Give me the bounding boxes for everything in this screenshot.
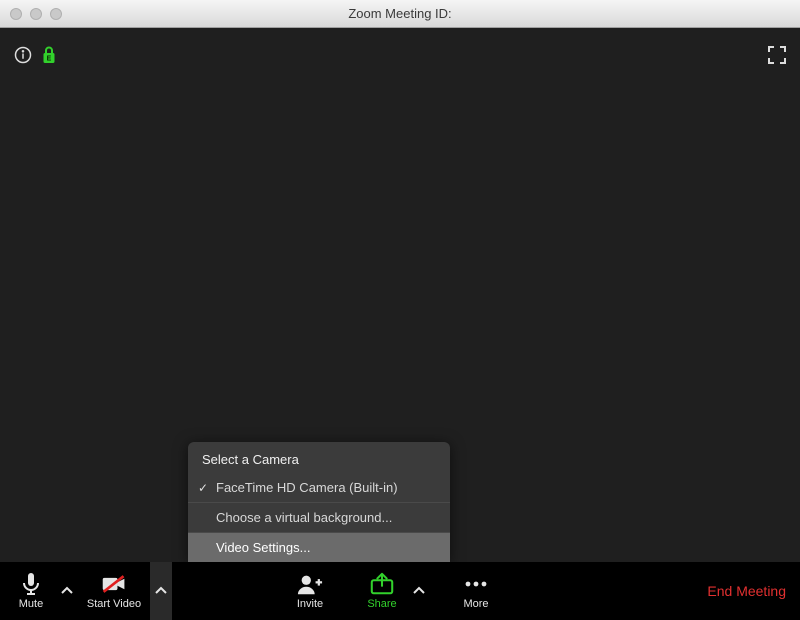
share-screen-icon bbox=[369, 572, 395, 596]
popup-header: Select a Camera bbox=[188, 442, 450, 473]
audio-options-caret[interactable] bbox=[56, 562, 78, 620]
enter-fullscreen-icon[interactable] bbox=[768, 51, 786, 68]
more-label: More bbox=[463, 598, 488, 610]
more-button[interactable]: More bbox=[452, 562, 500, 620]
window-titlebar: Zoom Meeting ID: bbox=[0, 0, 800, 28]
menu-item-label: Choose a virtual background... bbox=[216, 510, 392, 525]
invite-button[interactable]: Invite bbox=[282, 562, 338, 620]
video-off-icon bbox=[101, 572, 127, 596]
camera-option-label: FaceTime HD Camera (Built-in) bbox=[216, 480, 398, 495]
more-icon bbox=[463, 572, 489, 596]
encryption-letter: E bbox=[47, 56, 52, 63]
choose-virtual-background-item[interactable]: Choose a virtual background... bbox=[188, 503, 450, 532]
invite-label: Invite bbox=[297, 598, 323, 610]
camera-option-item[interactable]: FaceTime HD Camera (Built-in) bbox=[188, 473, 450, 502]
mute-label: Mute bbox=[19, 598, 43, 610]
share-label: Share bbox=[367, 598, 396, 610]
end-meeting-button[interactable]: End Meeting bbox=[707, 562, 786, 620]
encryption-lock-icon[interactable]: E bbox=[42, 46, 56, 69]
share-button[interactable]: Share bbox=[356, 562, 408, 620]
window-title: Zoom Meeting ID: bbox=[0, 6, 800, 21]
menu-item-label: Video Settings... bbox=[216, 540, 310, 555]
info-icon[interactable] bbox=[14, 46, 32, 69]
start-video-label: Start Video bbox=[87, 598, 141, 610]
close-window-button[interactable] bbox=[10, 8, 22, 20]
video-options-popup: Select a Camera FaceTime HD Camera (Buil… bbox=[188, 442, 450, 562]
minimize-window-button[interactable] bbox=[30, 8, 42, 20]
start-video-button[interactable]: Start Video bbox=[78, 562, 150, 620]
mute-button[interactable]: Mute bbox=[6, 562, 56, 620]
share-options-caret[interactable] bbox=[408, 562, 430, 620]
meeting-controls-bar: Mute Start Video bbox=[0, 562, 800, 620]
window-traffic-lights bbox=[10, 8, 62, 20]
meeting-video-area: E Select a Camera FaceTime HD Camera (Bu… bbox=[0, 28, 800, 562]
invite-icon bbox=[297, 572, 323, 596]
zoom-window-button[interactable] bbox=[50, 8, 62, 20]
video-options-caret[interactable] bbox=[150, 562, 172, 620]
video-settings-item[interactable]: Video Settings... bbox=[188, 533, 450, 562]
microphone-icon bbox=[18, 572, 44, 596]
end-meeting-label: End Meeting bbox=[707, 583, 786, 599]
